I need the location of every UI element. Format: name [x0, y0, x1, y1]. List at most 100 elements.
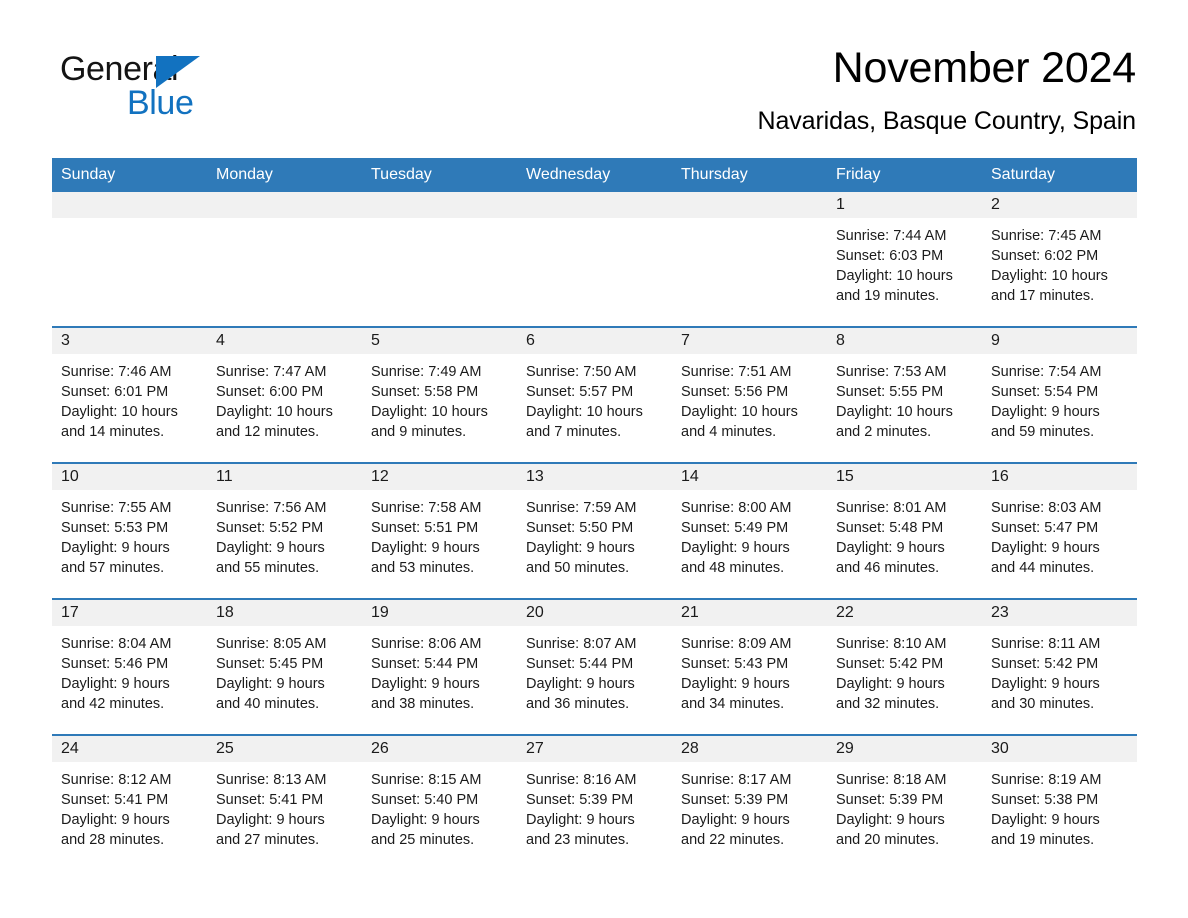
day-number: 13 [517, 464, 672, 491]
calendar-day-cell[interactable]: 3 Sunrise: 7:46 AM Sunset: 6:01 PM Daylight… [52, 328, 207, 454]
calendar-day-cell[interactable]: 5 Sunrise: 7:49 AM Sunset: 5:58 PM Daylight… [362, 328, 517, 454]
sunset-text: Sunset: 5:44 PM [371, 656, 479, 673]
sunrise-text: Sunrise: 8:00 AM [681, 500, 792, 517]
day-details: Sunrise: 8:00 AM Sunset: 5:49 PM Daylight:… [672, 490, 827, 578]
sunset-text: Sunset: 5:50 PM [526, 520, 634, 537]
calendar-day-cell[interactable]: 6 Sunrise: 7:50 AM Sunset: 5:57 PM Daylight… [517, 328, 672, 454]
daylight-text-line2: and 9 minutes. [371, 424, 467, 441]
sunset-text: Sunset: 5:56 PM [681, 384, 789, 401]
day-details: Sunrise: 7:46 AM Sunset: 6:01 PM Daylight:… [52, 354, 207, 442]
calendar-day-cell[interactable]: 27 Sunrise: 8:16 AM Sunset: 5:39 PM Dayligh… [517, 736, 672, 862]
day-details: Sunrise: 8:17 AM Sunset: 5:39 PM Daylight:… [672, 762, 827, 850]
daylight-text-line2: and 50 minutes. [526, 560, 630, 577]
daylight-text-line1: Daylight: 9 hours [216, 812, 325, 829]
sunrise-text: Sunrise: 8:11 AM [991, 636, 1101, 653]
brand-logo[interactable]: General Blue [52, 44, 252, 120]
sunset-text: Sunset: 5:39 PM [681, 792, 789, 809]
calendar-day-cell[interactable]: 4 Sunrise: 7:47 AM Sunset: 6:00 PM Daylight… [207, 328, 362, 454]
daylight-text-line2: and 34 minutes. [681, 696, 785, 713]
day-number: 8 [827, 328, 982, 355]
sunrise-text: Sunrise: 7:55 AM [61, 500, 172, 517]
sunrise-text: Sunrise: 8:19 AM [991, 772, 1102, 789]
daylight-text-line1: Daylight: 9 hours [526, 540, 635, 557]
calendar-day-cell[interactable]: 1 Sunrise: 7:44 AM Sunset: 6:03 PM Daylight… [827, 192, 982, 318]
daylight-text-line1: Daylight: 9 hours [216, 676, 325, 693]
calendar-day-cell[interactable]: 2 Sunrise: 7:45 AM Sunset: 6:02 PM Daylight… [982, 192, 1137, 318]
day-number: 24 [52, 736, 207, 763]
daylight-text-line2: and 48 minutes. [681, 560, 785, 577]
calendar-day-cell[interactable]: 12 Sunrise: 7:58 AM Sunset: 5:51 PM Dayligh… [362, 464, 517, 590]
daylight-text-line1: Daylight: 9 hours [991, 676, 1100, 693]
daylight-text-line1: Daylight: 9 hours [61, 676, 170, 693]
daylight-text-line2: and 55 minutes. [216, 560, 320, 577]
calendar-day-cell[interactable]: 14 Sunrise: 8:00 AM Sunset: 5:49 PM Dayligh… [672, 464, 827, 590]
sunrise-text: Sunrise: 7:45 AM [991, 228, 1102, 245]
calendar-day-cell[interactable]: 30 Sunrise: 8:19 AM Sunset: 5:38 PM Dayligh… [982, 736, 1137, 862]
calendar-day-cell[interactable]: 24 Sunrise: 8:12 AM Sunset: 5:41 PM Dayligh… [52, 736, 207, 862]
day-details: Sunrise: 7:47 AM Sunset: 6:00 PM Daylight:… [207, 354, 362, 442]
daylight-text-line1: Daylight: 10 hours [371, 404, 488, 421]
day-number: 14 [672, 464, 827, 491]
day-number: 7 [672, 328, 827, 355]
calendar-day-cell[interactable]: 26 Sunrise: 8:15 AM Sunset: 5:40 PM Dayligh… [362, 736, 517, 862]
daylight-text-line1: Daylight: 9 hours [836, 540, 945, 557]
sunrise-text: Sunrise: 7:46 AM [61, 364, 172, 381]
calendar-page: General Blue November 2024 Navaridas, Ba… [0, 0, 1188, 918]
daylight-text-line2: and 20 minutes. [836, 832, 940, 849]
day-number: 2 [982, 192, 1137, 219]
calendar-day-cell[interactable]: 18 Sunrise: 8:05 AM Sunset: 5:45 PM Dayligh… [207, 600, 362, 726]
daylight-text-line2: and 25 minutes. [371, 832, 475, 849]
page-header: General Blue November 2024 Navaridas, Ba… [0, 0, 1188, 135]
daylight-text-line1: Daylight: 9 hours [681, 540, 790, 557]
calendar-day-cell[interactable]: 9 Sunrise: 7:54 AM Sunset: 5:54 PM Daylight… [982, 328, 1137, 454]
calendar-day-cell-empty [52, 192, 207, 318]
calendar-day-cell[interactable]: 22 Sunrise: 8:10 AM Sunset: 5:42 PM Dayligh… [827, 600, 982, 726]
daylight-text-line1: Daylight: 10 hours [216, 404, 333, 421]
calendar-day-cell[interactable]: 19 Sunrise: 8:06 AM Sunset: 5:44 PM Dayligh… [362, 600, 517, 726]
calendar-day-cell[interactable]: 7 Sunrise: 7:51 AM Sunset: 5:56 PM Daylight… [672, 328, 827, 454]
calendar-day-cell[interactable]: 17 Sunrise: 8:04 AM Sunset: 5:46 PM Dayligh… [52, 600, 207, 726]
daylight-text-line2: and 17 minutes. [991, 288, 1095, 305]
day-number: 5 [362, 328, 517, 355]
day-details: Sunrise: 8:12 AM Sunset: 5:41 PM Daylight:… [52, 762, 207, 850]
day-number: 9 [982, 328, 1137, 355]
sunrise-text: Sunrise: 8:04 AM [61, 636, 172, 653]
calendar-day-cell[interactable]: 13 Sunrise: 7:59 AM Sunset: 5:50 PM Dayligh… [517, 464, 672, 590]
daylight-text-line2: and 44 minutes. [991, 560, 1095, 577]
calendar-day-cell-empty [207, 192, 362, 318]
sunrise-text: Sunrise: 7:50 AM [526, 364, 637, 381]
sunset-text: Sunset: 5:42 PM [991, 656, 1099, 673]
sunset-text: Sunset: 5:46 PM [61, 656, 169, 673]
calendar-day-cell[interactable]: 15 Sunrise: 8:01 AM Sunset: 5:48 PM Dayligh… [827, 464, 982, 590]
calendar-day-cell[interactable]: 23 Sunrise: 8:11 AM Sunset: 5:42 PM Dayligh… [982, 600, 1137, 726]
sunset-text: Sunset: 5:45 PM [216, 656, 324, 673]
day-number: 6 [517, 328, 672, 355]
day-details: Sunrise: 8:19 AM Sunset: 5:38 PM Daylight:… [982, 762, 1137, 850]
daylight-text-line2: and 19 minutes. [836, 288, 940, 305]
calendar-day-cell[interactable]: 20 Sunrise: 8:07 AM Sunset: 5:44 PM Dayligh… [517, 600, 672, 726]
sunrise-text: Sunrise: 8:13 AM [216, 772, 327, 789]
calendar-day-cell[interactable]: 10 Sunrise: 7:55 AM Sunset: 5:53 PM Dayligh… [52, 464, 207, 590]
sunset-text: Sunset: 5:48 PM [836, 520, 944, 537]
calendar-day-cell[interactable]: 28 Sunrise: 8:17 AM Sunset: 5:39 PM Dayligh… [672, 736, 827, 862]
calendar-day-cell[interactable]: 25 Sunrise: 8:13 AM Sunset: 5:41 PM Dayligh… [207, 736, 362, 862]
day-number: 21 [672, 600, 827, 627]
day-number: 15 [827, 464, 982, 491]
daylight-text-line2: and 23 minutes. [526, 832, 630, 849]
daylight-text-line1: Daylight: 9 hours [61, 812, 170, 829]
brand-name-blue: Blue [127, 84, 194, 122]
daylight-text-line2: and 38 minutes. [371, 696, 475, 713]
calendar-day-cell[interactable]: 11 Sunrise: 7:56 AM Sunset: 5:52 PM Dayligh… [207, 464, 362, 590]
calendar-day-cell[interactable]: 21 Sunrise: 8:09 AM Sunset: 5:43 PM Dayligh… [672, 600, 827, 726]
day-number: 1 [827, 192, 982, 219]
calendar-week-row: 3 Sunrise: 7:46 AM Sunset: 6:01 PM Daylight… [52, 326, 1137, 454]
day-details: Sunrise: 7:51 AM Sunset: 5:56 PM Daylight:… [672, 354, 827, 442]
sunset-text: Sunset: 5:42 PM [836, 656, 944, 673]
sunrise-text: Sunrise: 7:49 AM [371, 364, 482, 381]
calendar-day-cell[interactable]: 8 Sunrise: 7:53 AM Sunset: 5:55 PM Daylight… [827, 328, 982, 454]
calendar-day-cell[interactable]: 29 Sunrise: 8:18 AM Sunset: 5:39 PM Dayligh… [827, 736, 982, 862]
sunset-text: Sunset: 5:41 PM [61, 792, 169, 809]
sunrise-text: Sunrise: 7:56 AM [216, 500, 327, 517]
calendar-day-cell[interactable]: 16 Sunrise: 8:03 AM Sunset: 5:47 PM Dayligh… [982, 464, 1137, 590]
sunset-text: Sunset: 6:00 PM [216, 384, 324, 401]
